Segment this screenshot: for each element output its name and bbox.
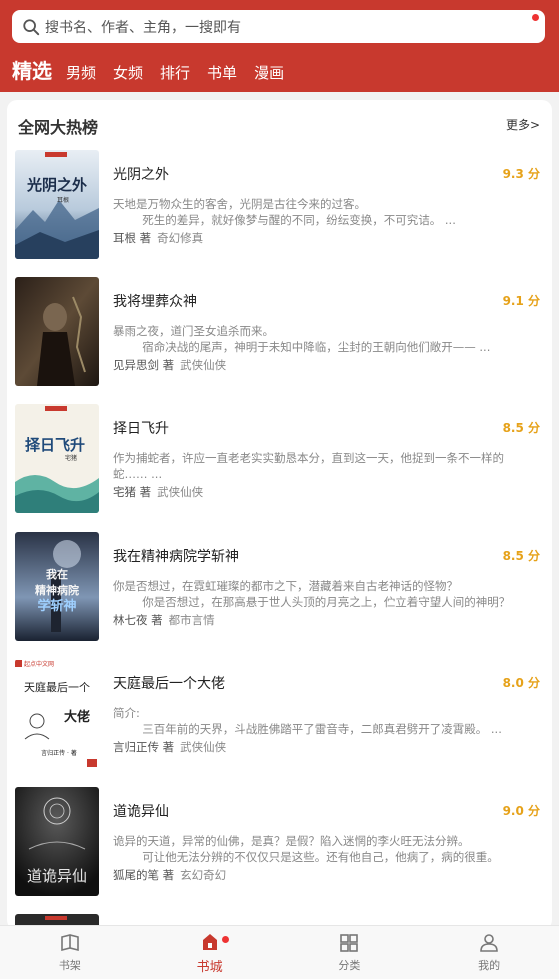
- profile-icon: [480, 934, 498, 952]
- tab-booklist[interactable]: 书单: [207, 61, 237, 85]
- book-genre: 都市言情: [168, 613, 215, 627]
- search-bar[interactable]: 搜书名、作者、主角，一搜即有: [12, 10, 545, 43]
- book-description: 你是否想过，在霓虹璀璨的都市之下，潜藏着来自古老神话的怪物？ 你是否想过，在那高…: [113, 579, 511, 609]
- bookstore-icon: [202, 933, 217, 950]
- svg-text:起点中文网: 起点中文网: [24, 660, 54, 668]
- book-meta: 宅猪 著武侠仙侠: [113, 484, 203, 500]
- book-score: 8.0 分: [502, 676, 540, 690]
- book-cover[interactable]: 起点中文网 天庭最后一个 大佬 言归正传 · 著: [15, 659, 99, 768]
- nav-label: 分类: [338, 959, 361, 972]
- book-description: 天地是万物众生的客舍，光阴是古往今来的过客。 死生的差异，就好像梦与醒的不同，纷…: [113, 197, 456, 227]
- nav-category[interactable]: 分类: [280, 926, 420, 979]
- book-cover[interactable]: [15, 277, 99, 386]
- book-description: 暴雨之夜，道门圣女追杀而来。 宿命决战的尾声，神明于未知中降临，尘封的王朝向他们…: [113, 324, 491, 354]
- svg-text:学斩神: 学斩神: [37, 598, 76, 614]
- svg-text:我在: 我在: [46, 567, 68, 581]
- book-genre: 武侠仙侠: [180, 740, 227, 754]
- book-author: 言归正传 著: [113, 740, 175, 754]
- tab-comics[interactable]: 漫画: [254, 61, 284, 85]
- tab-selected[interactable]: 精选: [12, 57, 52, 85]
- book-meta: 狐尾的笔 著玄幻奇幻: [113, 867, 226, 883]
- nav-profile[interactable]: 我的: [419, 926, 559, 979]
- book-score: 8.5 分: [502, 549, 540, 563]
- book-score: 9.1 分: [502, 294, 540, 308]
- hot-list-card: 全网大热榜 更多> 光阴之外 耳根 光阴之外 9.3 分 天地是万物众生的客舍，…: [7, 100, 552, 930]
- book-title: 我在精神病院学斩神: [113, 549, 239, 565]
- category-icon: [340, 934, 359, 952]
- book-meta: 言归正传 著武侠仙侠: [113, 739, 226, 755]
- svg-text:天庭最后一个: 天庭最后一个: [24, 680, 90, 694]
- svg-text:光阴之外: 光阴之外: [26, 176, 87, 194]
- book-score: 9.3 分: [502, 167, 540, 181]
- book-description: 简介: 三百年前的天界，斗战胜佛踏平了雷音寺，二郎真君劈开了凌霄殿。 ...: [113, 706, 502, 736]
- svg-text:择日飞升: 择日飞升: [25, 436, 85, 454]
- book-title: 天庭最后一个大佬: [113, 676, 225, 692]
- nav-label: 书城: [196, 959, 223, 975]
- book-author: 狐尾的笔 著: [113, 868, 175, 882]
- book-author: 林七夜 著: [113, 613, 163, 627]
- book-meta: 林七夜 著都市言情: [113, 612, 215, 628]
- book-author: 耳根 著: [113, 231, 152, 245]
- tab-ranking[interactable]: 排行: [160, 61, 190, 85]
- book-item[interactable]: 道诡异仙 道诡异仙 9.0 分 诡异的天道，异常的仙佛，是真？是假？陷入迷惘的李…: [15, 787, 540, 897]
- section-title: 全网大热榜: [18, 118, 99, 137]
- svg-text:大佬: 大佬: [64, 709, 90, 725]
- book-cover[interactable]: 道诡异仙: [15, 787, 99, 896]
- book-item[interactable]: 光阴之外 耳根 光阴之外 9.3 分 天地是万物众生的客舍，光阴是古往今来的过客…: [15, 150, 540, 260]
- book-meta: 耳根 著奇幻修真: [113, 230, 203, 246]
- search-icon: [23, 18, 40, 35]
- more-link[interactable]: 更多>: [506, 116, 540, 133]
- book-cover[interactable]: 我在 精神病院 学斩神: [15, 532, 99, 641]
- book-title: 道诡异仙: [113, 804, 169, 820]
- bottom-navigation: 书架 书城 分类 我的: [0, 925, 559, 979]
- book-description: 诡异的天道，异常的仙佛，是真？是假？陷入迷惘的李火旺无法分辨。 可让他无法分辨的…: [113, 834, 499, 864]
- notification-dot: [532, 14, 539, 21]
- svg-text:言归正传 · 著: 言归正传 · 著: [41, 749, 77, 757]
- book-genre: 武侠仙侠: [157, 485, 204, 499]
- notification-dot: [221, 936, 229, 943]
- svg-text:道诡异仙: 道诡异仙: [27, 867, 87, 885]
- book-cover[interactable]: 光阴之外 耳根: [15, 150, 99, 259]
- book-author: 见异思剑 著: [113, 358, 175, 372]
- nav-label: 书架: [58, 959, 81, 972]
- category-tabs: 精选 男频 女频 排行 书单 漫画: [12, 55, 301, 85]
- book-item[interactable]: 我将埋葬众神 9.1 分 暴雨之夜，道门圣女追杀而来。 宿命决战的尾声，神明于未…: [15, 277, 540, 387]
- nav-bookshelf[interactable]: 书架: [0, 926, 140, 979]
- svg-text:耳根: 耳根: [57, 196, 69, 204]
- book-score: 9.0 分: [502, 804, 540, 818]
- book-item[interactable]: 我在 精神病院 学斩神 我在精神病院学斩神 8.5 分 你是否想过，在霓虹璀璨的…: [15, 532, 540, 642]
- book-genre: 玄幻奇幻: [180, 868, 227, 882]
- book-score: 8.5 分: [502, 421, 540, 435]
- book-title: 择日飞升: [113, 421, 169, 437]
- nav-bookstore[interactable]: 书城: [140, 926, 280, 979]
- tab-male[interactable]: 男频: [66, 61, 96, 85]
- bookshelf-icon: [61, 934, 79, 952]
- book-genre: 奇幻修真: [157, 231, 204, 245]
- book-item[interactable]: 起点中文网 天庭最后一个 大佬 言归正传 · 著 天庭最后一个大佬 8.0 分 …: [15, 659, 540, 769]
- book-title: 我将埋葬众神: [113, 294, 197, 310]
- book-genre: 武侠仙侠: [180, 358, 227, 372]
- book-meta: 见异思剑 著武侠仙侠: [113, 357, 226, 373]
- tab-female[interactable]: 女频: [113, 61, 143, 85]
- book-item[interactable]: 择日飞升 宅猪 择日飞升 8.5 分 作为捕蛇者，许应一直老老实实勤恳本分，直到…: [15, 404, 540, 514]
- svg-text:精神病院: 精神病院: [35, 583, 79, 597]
- nav-label: 我的: [478, 959, 501, 972]
- app-header: 搜书名、作者、主角，一搜即有 精选 男频 女频 排行 书单 漫画: [0, 0, 559, 92]
- svg-text:宅猪: 宅猪: [65, 454, 77, 462]
- book-description: 作为捕蛇者，许应一直老老实实勤恳本分，直到这一天，他捉到一条不一样的蛇…… ..…: [113, 451, 504, 481]
- search-placeholder: 搜书名、作者、主角，一搜即有: [45, 19, 241, 36]
- book-title: 光阴之外: [113, 167, 169, 183]
- book-cover[interactable]: 择日飞升 宅猪: [15, 404, 99, 513]
- book-author: 宅猪 著: [113, 485, 152, 499]
